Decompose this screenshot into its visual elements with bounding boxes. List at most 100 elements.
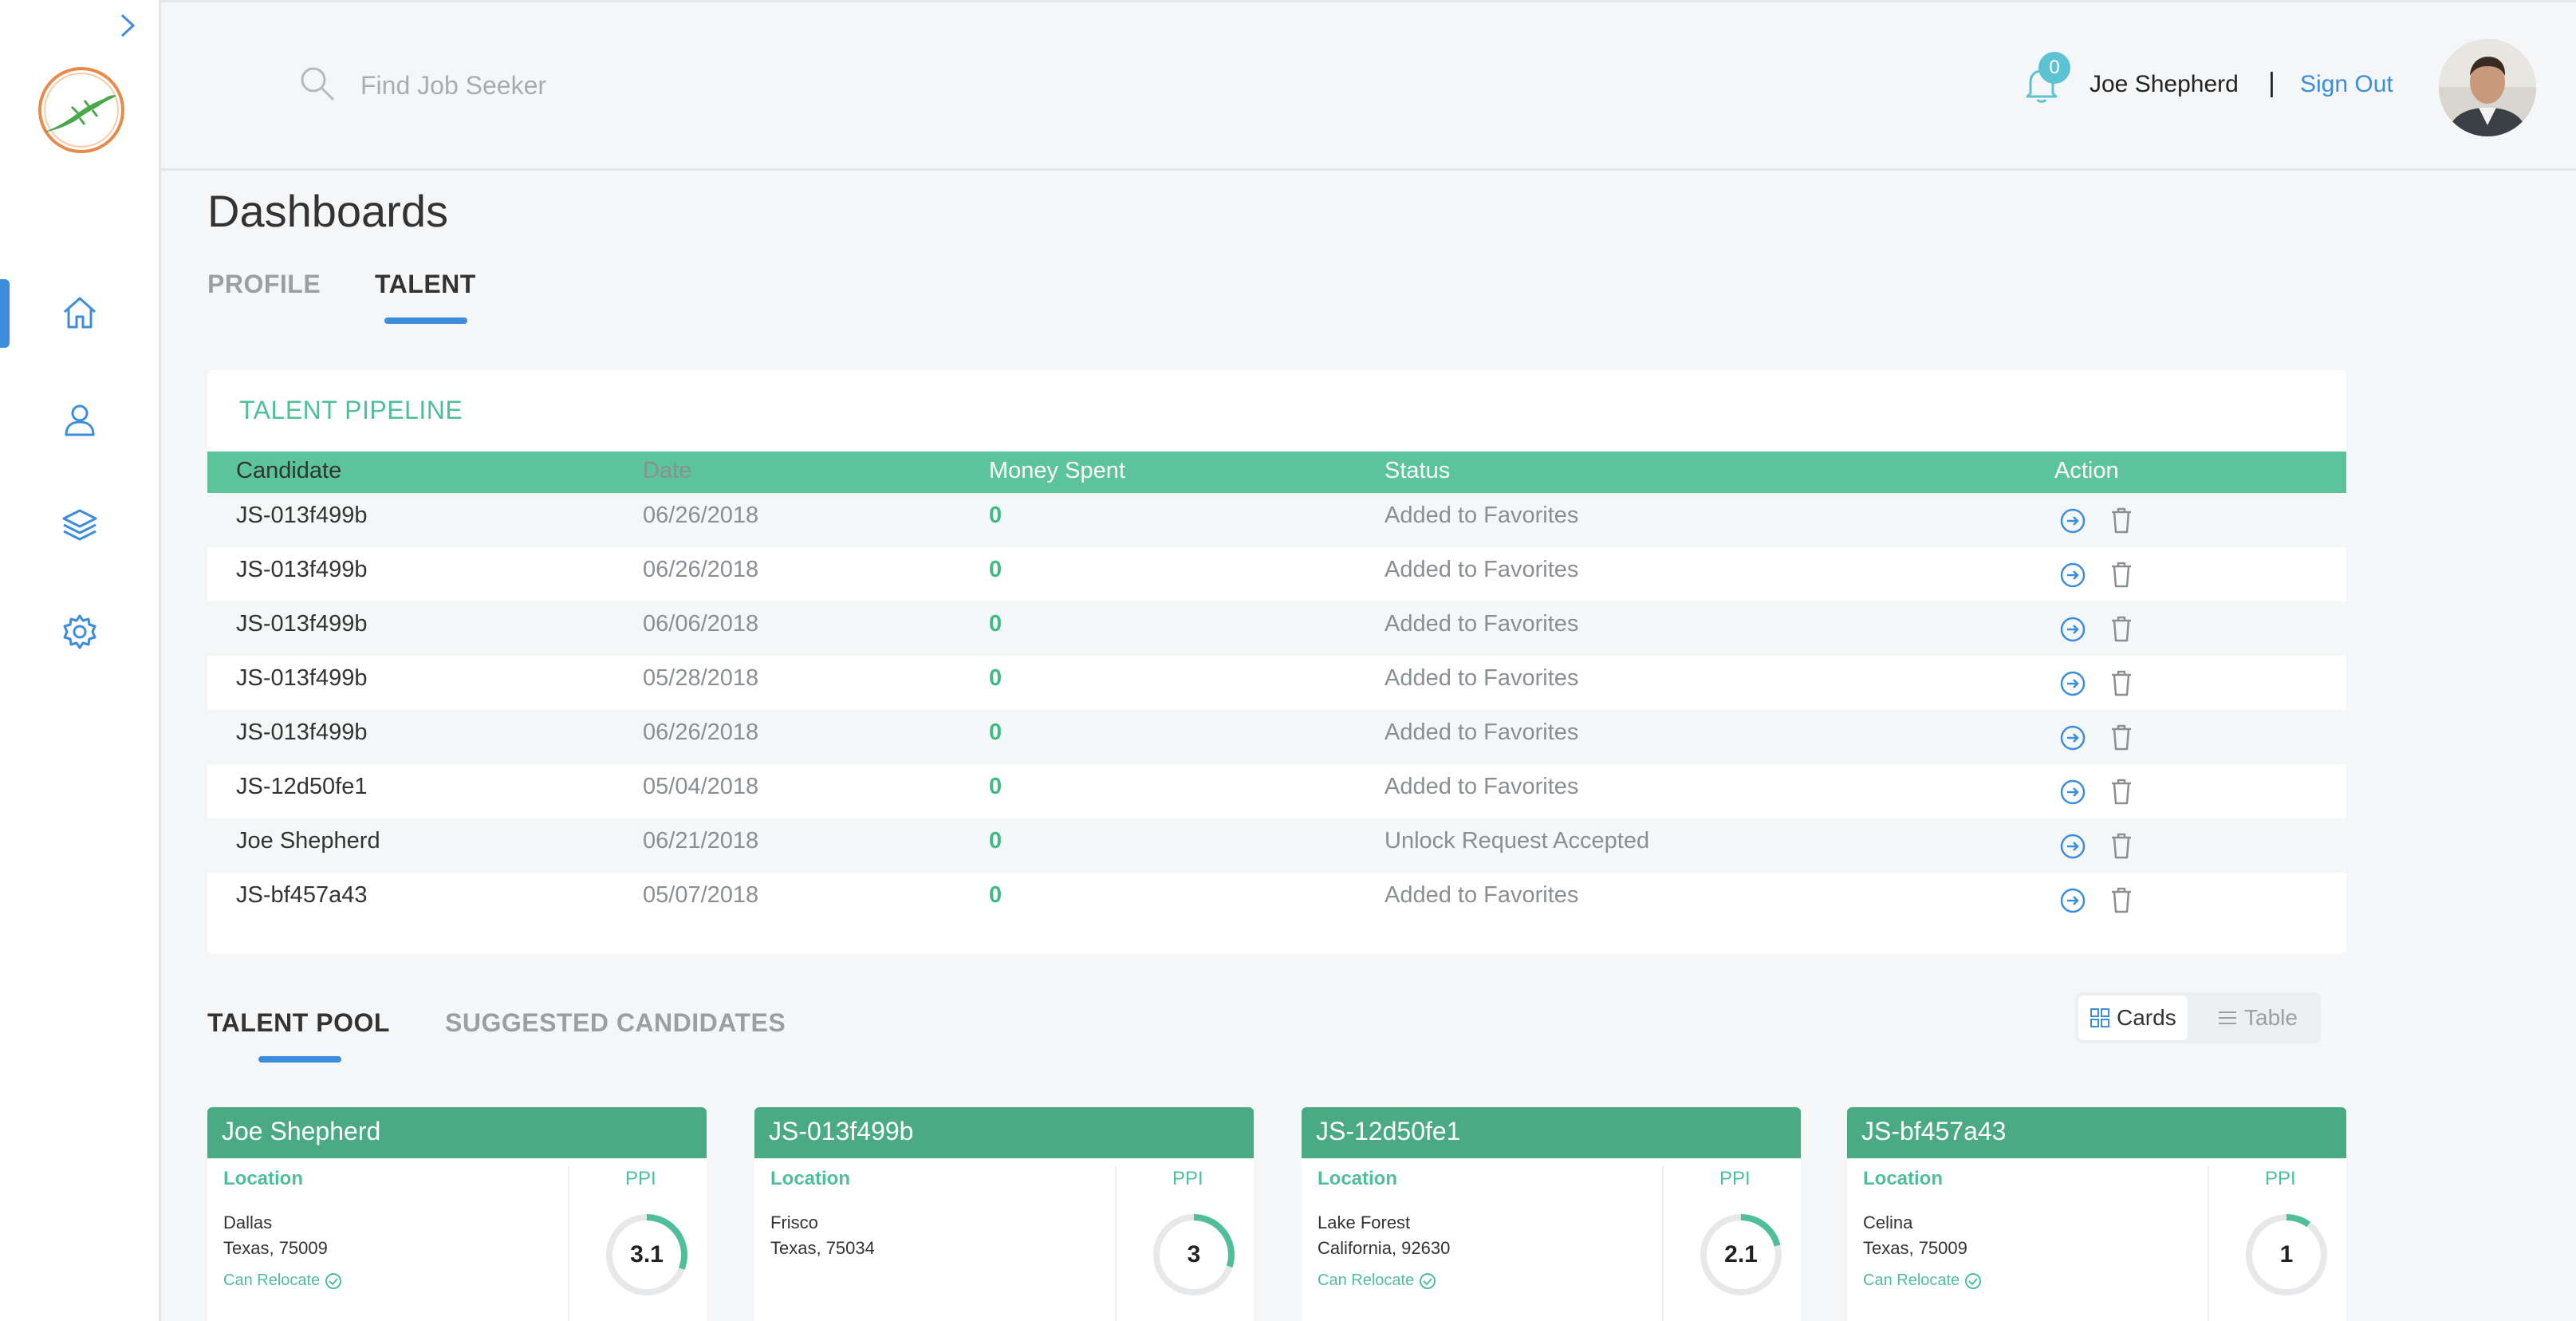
go-arrow-icon[interactable] bbox=[2059, 507, 2086, 534]
page-title: Dashboards bbox=[207, 186, 448, 236]
location-label: Location bbox=[770, 1168, 850, 1189]
can-relocate: Can Relocate bbox=[1318, 1272, 1436, 1290]
go-arrow-icon[interactable] bbox=[2059, 616, 2086, 643]
user-icon bbox=[65, 404, 95, 436]
nav-active-indicator bbox=[0, 279, 10, 348]
table-header: Candidate Date Money Spent Status Action bbox=[207, 452, 2346, 493]
pipeline-title: TALENT PIPELINE bbox=[239, 396, 463, 424]
ppi-value: 3 bbox=[1187, 1241, 1201, 1268]
candidate-name[interactable]: Joe Shepherd bbox=[207, 1107, 707, 1158]
nav-profile[interactable] bbox=[56, 396, 104, 444]
col-action: Action bbox=[2054, 458, 2119, 483]
go-arrow-icon[interactable] bbox=[2059, 887, 2086, 914]
tab-talent-pool[interactable]: TALENT POOL bbox=[207, 1008, 390, 1038]
trash-icon[interactable] bbox=[2109, 560, 2134, 589]
nav-settings[interactable] bbox=[56, 608, 104, 656]
table-row: JS-12d50fe1 05/04/2018 0 Added to Favori… bbox=[207, 764, 2346, 818]
trash-icon[interactable] bbox=[2109, 831, 2134, 860]
trash-icon[interactable] bbox=[2109, 777, 2134, 806]
candidate-name[interactable]: JS-12d50fe1 bbox=[1302, 1107, 1801, 1158]
header-separator: | bbox=[2268, 68, 2275, 98]
ppi-label: PPI bbox=[1172, 1168, 1203, 1189]
location-state: Texas, 75034 bbox=[770, 1238, 875, 1258]
cell-candidate[interactable]: Joe Shepherd bbox=[236, 828, 380, 854]
cell-candidate[interactable]: JS-013f499b bbox=[236, 503, 367, 529]
location-city: Frisco bbox=[770, 1213, 818, 1232]
search-icon[interactable] bbox=[297, 63, 338, 104]
cell-candidate[interactable]: JS-013f499b bbox=[236, 557, 367, 583]
cell-status: Unlock Request Accepted bbox=[1385, 828, 1650, 854]
ppi-label: PPI bbox=[625, 1168, 656, 1189]
cell-status: Added to Favorites bbox=[1385, 665, 1579, 691]
tab-suggested-candidates[interactable]: SUGGESTED CANDIDATES bbox=[445, 1008, 786, 1038]
go-arrow-icon[interactable] bbox=[2059, 724, 2086, 751]
talent-pipeline-card: TALENT PIPELINE Candidate Date Money Spe… bbox=[207, 370, 2346, 954]
location-label: Location bbox=[1863, 1168, 1943, 1189]
card-divider bbox=[1115, 1166, 1117, 1321]
go-arrow-icon[interactable] bbox=[2059, 670, 2086, 697]
candidate-card[interactable]: JS-013f499b Location Frisco Texas, 75034… bbox=[754, 1107, 1254, 1321]
trash-icon[interactable] bbox=[2109, 614, 2134, 643]
location-state: California, 92630 bbox=[1318, 1238, 1451, 1258]
table-row: JS-013f499b 06/06/2018 0 Added to Favori… bbox=[207, 601, 2346, 656]
cell-money: 0 bbox=[989, 557, 1002, 582]
go-arrow-icon[interactable] bbox=[2059, 779, 2086, 806]
ppi-value: 2.1 bbox=[1724, 1241, 1758, 1268]
sidebar bbox=[0, 0, 161, 1321]
cell-date: 06/21/2018 bbox=[643, 828, 759, 854]
cell-candidate[interactable]: JS-013f499b bbox=[236, 665, 367, 692]
location-city: Celina bbox=[1863, 1213, 1913, 1232]
location-label: Location bbox=[1318, 1168, 1397, 1189]
table-row: JS-013f499b 05/28/2018 0 Added to Favori… bbox=[207, 656, 2346, 710]
trash-icon[interactable] bbox=[2109, 885, 2134, 914]
cell-date: 06/26/2018 bbox=[643, 557, 759, 582]
cell-candidate[interactable]: JS-013f499b bbox=[236, 720, 367, 746]
candidate-name[interactable]: JS-013f499b bbox=[754, 1107, 1254, 1158]
trash-icon[interactable] bbox=[2109, 723, 2134, 751]
can-relocate-label: Can Relocate bbox=[1863, 1272, 1960, 1289]
candidate-name[interactable]: JS-bf457a43 bbox=[1847, 1107, 2346, 1158]
view-cards-button[interactable]: Cards bbox=[2078, 996, 2188, 1040]
table-row: JS-bf457a43 05/07/2018 0 Added to Favori… bbox=[207, 873, 2346, 927]
nav-home[interactable] bbox=[56, 289, 104, 337]
go-arrow-icon[interactable] bbox=[2059, 562, 2086, 589]
search-input[interactable] bbox=[360, 63, 839, 108]
tab-profile[interactable]: PROFILE bbox=[207, 270, 321, 299]
candidate-card[interactable]: Joe Shepherd Location Dallas Texas, 7500… bbox=[207, 1107, 707, 1321]
candidate-card[interactable]: JS-12d50fe1 Location Lake Forest Califor… bbox=[1302, 1107, 1801, 1321]
cell-status: Added to Favorites bbox=[1385, 557, 1579, 582]
view-table-button[interactable]: Table bbox=[2206, 996, 2309, 1040]
ppi-value: 1 bbox=[2279, 1241, 2294, 1268]
cell-money: 0 bbox=[989, 611, 1002, 637]
cell-status: Added to Favorites bbox=[1385, 503, 1579, 528]
col-money-spent: Money Spent bbox=[989, 458, 1125, 483]
go-arrow-icon[interactable] bbox=[2059, 833, 2086, 860]
cell-money: 0 bbox=[989, 720, 1002, 745]
view-toggle: Cards Table bbox=[2075, 992, 2321, 1043]
active-pool-tab-indicator bbox=[258, 1056, 341, 1063]
cell-status: Added to Favorites bbox=[1385, 611, 1579, 637]
active-tab-indicator bbox=[384, 317, 467, 324]
cell-candidate[interactable]: JS-bf457a43 bbox=[236, 882, 367, 909]
card-divider bbox=[568, 1166, 569, 1321]
cell-candidate[interactable]: JS-013f499b bbox=[236, 611, 367, 637]
notification-badge: 0 bbox=[2038, 52, 2070, 84]
cell-candidate[interactable]: JS-12d50fe1 bbox=[236, 774, 367, 800]
cell-status: Added to Favorites bbox=[1385, 882, 1579, 908]
cell-date: 05/04/2018 bbox=[643, 774, 759, 799]
nav-layers[interactable] bbox=[56, 501, 104, 549]
cell-money: 0 bbox=[989, 503, 1002, 528]
view-cards-label: Cards bbox=[2117, 1005, 2176, 1030]
expand-sidebar-chevron-icon[interactable] bbox=[113, 11, 142, 40]
sign-out-link[interactable]: Sign Out bbox=[2300, 71, 2393, 98]
candidate-card[interactable]: JS-bf457a43 Location Celina Texas, 75009… bbox=[1847, 1107, 2346, 1321]
logo[interactable] bbox=[32, 64, 131, 156]
tab-talent[interactable]: TALENT bbox=[375, 270, 476, 299]
trash-icon[interactable] bbox=[2109, 506, 2134, 534]
avatar[interactable] bbox=[2439, 39, 2536, 136]
trash-icon[interactable] bbox=[2109, 668, 2134, 697]
table-row: JS-013f499b 06/26/2018 0 Added to Favori… bbox=[207, 493, 2346, 547]
cell-date: 05/07/2018 bbox=[643, 882, 759, 908]
layers-icon bbox=[62, 509, 97, 541]
can-relocate-label: Can Relocate bbox=[223, 1272, 321, 1289]
